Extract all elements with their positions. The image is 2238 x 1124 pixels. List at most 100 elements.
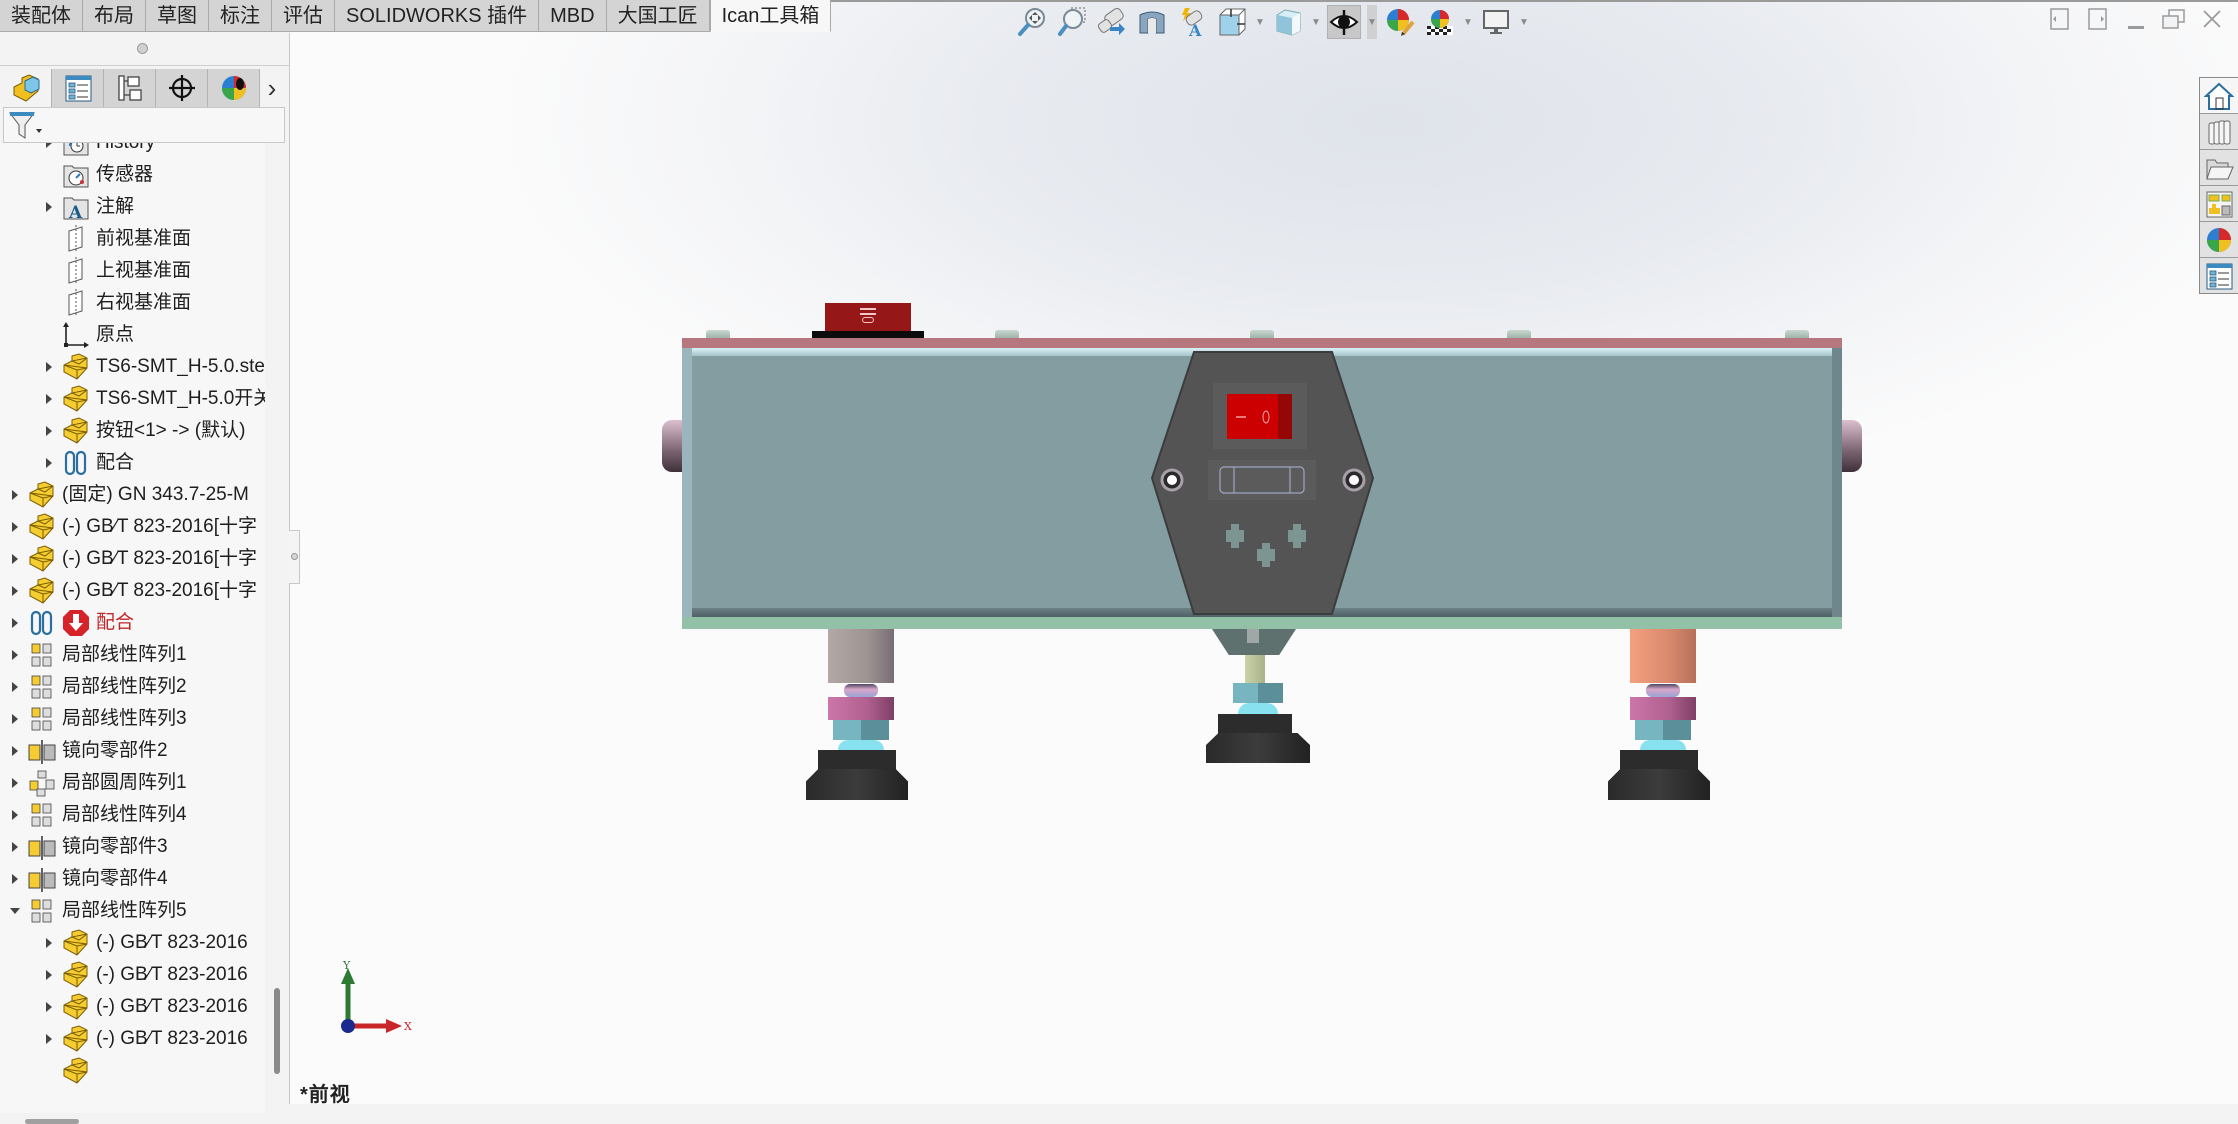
tab-8[interactable]: 大国工匠: [606, 0, 710, 32]
expand-arrow-icon[interactable]: [8, 479, 22, 511]
tab-configurationmanager[interactable]: [104, 69, 156, 107]
tab-4[interactable]: 标注: [209, 0, 272, 32]
tab-view-palette[interactable]: [2200, 186, 2238, 222]
display-style-dropdown[interactable]: ▼: [1311, 5, 1321, 39]
tree-item[interactable]: 配合: [8, 607, 134, 639]
close-button[interactable]: [2200, 6, 2224, 32]
section-view-button[interactable]: [1135, 5, 1169, 39]
minimize-button[interactable]: [2124, 6, 2148, 32]
panel-collapse-handle[interactable]: [137, 43, 148, 54]
zoom-to-area-button[interactable]: [1055, 5, 1089, 39]
tab-2[interactable]: 布局: [83, 0, 146, 32]
filter-button[interactable]: [8, 110, 48, 140]
edit-appearance-button[interactable]: [1383, 5, 1417, 39]
collapse-arrow-icon[interactable]: [8, 895, 22, 927]
tab-design-library[interactable]: [2200, 114, 2238, 150]
tab-displaymanager[interactable]: [208, 69, 260, 107]
tree-item[interactable]: 原点: [42, 319, 134, 351]
dynamic-annotation-views-button[interactable]: A: [1175, 5, 1209, 39]
tree-vertical-scrollbar[interactable]: [274, 988, 280, 1074]
expand-arrow-icon[interactable]: [42, 1023, 56, 1055]
expand-arrow-icon[interactable]: [8, 607, 22, 639]
tree-item[interactable]: (-) GB⁄T 823-2016[十字: [8, 511, 257, 543]
expand-arrow-icon[interactable]: [42, 959, 56, 991]
expand-arrow-icon[interactable]: [8, 767, 22, 799]
more-tabs-button[interactable]: ›: [260, 69, 284, 107]
expand-arrow-icon[interactable]: [42, 927, 56, 959]
expand-arrow-icon[interactable]: [8, 735, 22, 767]
view-orientation-button[interactable]: [1215, 5, 1249, 39]
expand-arrow-icon[interactable]: [42, 383, 56, 415]
panel-splitter-handle[interactable]: [289, 530, 300, 584]
view-orientation-dropdown[interactable]: ▼: [1255, 5, 1265, 39]
tree-item[interactable]: 配合: [42, 447, 134, 479]
tree-item[interactable]: 局部线性阵列3: [8, 703, 187, 735]
tree-item[interactable]: 局部圆周阵列1: [8, 767, 187, 799]
tree-item[interactable]: TS6-SMT_H-5.0开关: [42, 383, 265, 415]
tree-item[interactable]: 传感器: [42, 159, 153, 191]
view-settings-dropdown[interactable]: ▼: [1519, 5, 1529, 39]
tab-5[interactable]: 评估: [272, 0, 335, 32]
previous-view-button[interactable]: [1095, 5, 1129, 39]
tab-solidworks-resources[interactable]: [2200, 78, 2238, 114]
tree-item[interactable]: 镜向零部件4: [8, 863, 168, 895]
tab-propertymanager[interactable]: [52, 69, 104, 107]
expand-arrow-icon[interactable]: [8, 575, 22, 607]
expand-arrow-icon[interactable]: [8, 671, 22, 703]
view-settings-button[interactable]: [1479, 5, 1513, 39]
tree-item[interactable]: 上视基准面: [42, 255, 191, 287]
tree-item[interactable]: 前视基准面: [42, 223, 191, 255]
tree-item[interactable]: A 注解: [42, 191, 134, 223]
expand-arrow-icon[interactable]: [8, 703, 22, 735]
tree-item[interactable]: (固定) GN 343.7-25-M: [8, 479, 249, 511]
tree-item[interactable]: 局部线性阵列4: [8, 799, 187, 831]
tree-item[interactable]: (-) GB⁄T 823-2016: [42, 991, 248, 1023]
tab-custom-properties[interactable]: [2200, 258, 2238, 293]
hide-show-items-button[interactable]: [1327, 5, 1361, 39]
tree-item[interactable]: (-) GB⁄T 823-2016: [42, 1023, 248, 1055]
expand-arrow-icon[interactable]: [8, 639, 22, 671]
tree-item[interactable]: 镜向零部件2: [8, 735, 168, 767]
graphics-area[interactable]: [290, 2, 2238, 1104]
tab-7[interactable]: MBD: [539, 0, 607, 32]
zoom-to-fit-button[interactable]: [1015, 5, 1049, 39]
tree-item[interactable]: 局部线性阵列5: [8, 895, 187, 927]
tree-item[interactable]: TS6-SMT_H-5.0.ste: [42, 351, 265, 383]
tree-item[interactable]: (-) GB⁄T 823-2016[十字: [8, 543, 257, 575]
tab-1[interactable]: 装配体: [0, 0, 83, 32]
tree-item[interactable]: (-) GB⁄T 823-2016: [42, 927, 248, 959]
expand-arrow-icon[interactable]: [42, 415, 56, 447]
tree-item[interactable]: 局部线性阵列1: [8, 639, 187, 671]
tab-9[interactable]: Ican工具箱: [709, 0, 832, 32]
display-style-button[interactable]: [1271, 5, 1305, 39]
expand-arrow-icon[interactable]: [42, 991, 56, 1023]
expand-arrow-icon[interactable]: [42, 143, 56, 159]
tab-file-explorer[interactable]: [2200, 150, 2238, 186]
tree-item[interactable]: History: [42, 143, 155, 159]
tree-item[interactable]: 按钮<1> -> (默认): [42, 415, 245, 447]
expand-arrow-icon[interactable]: [8, 799, 22, 831]
tile-right-button[interactable]: [2086, 6, 2110, 32]
tab-dimxpertmanager[interactable]: [156, 69, 208, 107]
tree-item[interactable]: 镜向零部件3: [8, 831, 168, 863]
tab-3[interactable]: 草图: [146, 0, 209, 32]
expand-arrow-icon[interactable]: [8, 511, 22, 543]
expand-arrow-icon[interactable]: [8, 863, 22, 895]
tab-appearances-scenes[interactable]: [2200, 222, 2238, 258]
apply-scene-button[interactable]: [1423, 5, 1457, 39]
tree-horizontal-scrollbar[interactable]: [25, 1119, 79, 1124]
tab-featuremanager[interactable]: [0, 69, 52, 107]
expand-arrow-icon[interactable]: [42, 447, 56, 479]
apply-scene-dropdown[interactable]: ▼: [1463, 5, 1473, 39]
expand-arrow-icon[interactable]: [42, 191, 56, 223]
tree-item[interactable]: (-) GB⁄T 823-2016: [42, 959, 248, 991]
expand-arrow-icon[interactable]: [42, 351, 56, 383]
reference-triad[interactable]: Y X: [330, 960, 420, 1040]
restore-button[interactable]: [2162, 6, 2186, 32]
tree-item[interactable]: 局部线性阵列2: [8, 671, 187, 703]
tree-item[interactable]: (-) GB⁄T 823-2016[十字: [8, 575, 257, 607]
hide-show-items-dropdown[interactable]: ▼: [1367, 5, 1377, 39]
expand-arrow-icon[interactable]: [8, 831, 22, 863]
tile-left-button[interactable]: [2048, 6, 2072, 32]
tab-6[interactable]: SOLIDWORKS 插件: [335, 0, 540, 32]
